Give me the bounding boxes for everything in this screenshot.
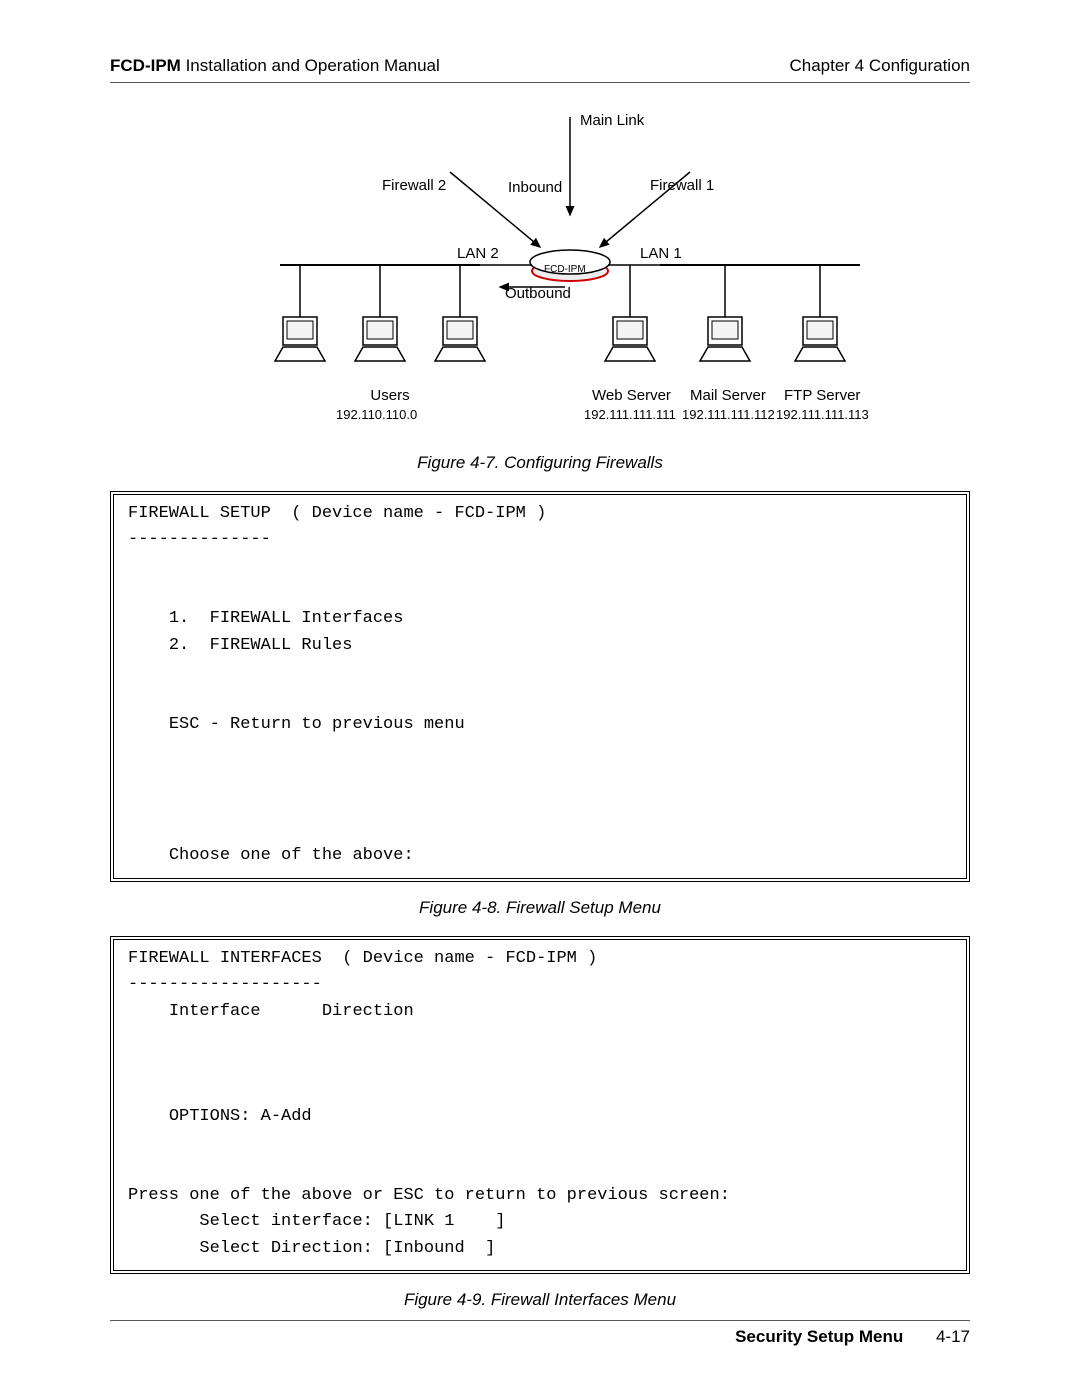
term2-sel-dir-label: Select Direction: [: [199, 1239, 393, 1258]
firewall-setup-menu: FIREWALL SETUP ( Device name - FCD-IPM )…: [110, 491, 970, 882]
term2-divider: -------------------: [128, 975, 322, 994]
label-lan2: LAN 2: [457, 245, 499, 262]
label-main-link: Main Link: [580, 112, 644, 129]
page-footer: Security Setup Menu 4-17: [110, 1320, 970, 1347]
term2-sel-if-close: ]: [495, 1212, 505, 1231]
ip-ftp: 192.111.111.113: [776, 407, 869, 422]
label-ftp-server: FTP Server: [784, 387, 860, 404]
label-inbound: Inbound: [508, 179, 562, 196]
term2-sel-dir-close: ]: [485, 1239, 495, 1258]
ip-web: 192.111.111.111: [584, 407, 676, 422]
term1-prompt: Choose one of the above:: [169, 846, 414, 865]
product-name: FCD-IPM: [110, 56, 181, 75]
caption-fig8: Figure 4-8. Firewall Setup Menu: [110, 898, 970, 918]
ip-users: 192.110.110.0: [336, 407, 417, 422]
doc-subtitle: Installation and Operation Manual: [186, 56, 440, 75]
term2-sel-if-value[interactable]: LINK 1: [393, 1212, 495, 1231]
page-header: FCD-IPM Installation and Operation Manua…: [110, 56, 970, 83]
label-users: Users: [360, 387, 420, 404]
label-lan1: LAN 1: [640, 245, 682, 262]
term1-item2: 2. FIREWALL Rules: [169, 636, 353, 655]
term1-esc: ESC - Return to previous menu: [169, 715, 465, 734]
chapter-label: Chapter 4 Configuration: [789, 56, 970, 76]
term2-sel-dir-value[interactable]: Inbound: [393, 1239, 485, 1258]
term1-divider: --------------: [128, 530, 271, 549]
ip-mail: 192.111.111.112: [682, 407, 775, 422]
label-firewall1: Firewall 1: [650, 177, 714, 194]
term2-options: OPTIONS: A-Add: [169, 1107, 312, 1126]
term2-cols: Interface Direction: [169, 1002, 414, 1021]
doc-title: FCD-IPM Installation and Operation Manua…: [110, 56, 440, 76]
label-web-server: Web Server: [592, 387, 671, 404]
term2-title: FIREWALL INTERFACES ( Device name - FCD-…: [128, 949, 597, 968]
term1-item1: 1. FIREWALL Interfaces: [169, 609, 404, 628]
label-outbound: Outbound: [505, 285, 571, 302]
term1-title: FIREWALL SETUP ( Device name - FCD-IPM ): [128, 504, 546, 523]
label-device: FCD-IPM: [544, 264, 586, 275]
caption-fig7: Figure 4-7. Configuring Firewalls: [110, 453, 970, 473]
term2-press: Press one of the above or ESC to return …: [128, 1186, 730, 1205]
label-mail-server: Mail Server: [690, 387, 766, 404]
caption-fig9: Figure 4-9. Firewall Interfaces Menu: [110, 1290, 970, 1310]
term2-sel-if-label: Select interface: [: [199, 1212, 393, 1231]
footer-section: Security Setup Menu: [735, 1327, 903, 1346]
firewall-interfaces-menu: FIREWALL INTERFACES ( Device name - FCD-…: [110, 936, 970, 1274]
label-firewall2: Firewall 2: [382, 177, 446, 194]
firewall-diagram: Main Link Firewall 1 Firewall 2 Inbound …: [170, 107, 910, 447]
footer-page: 4-17: [936, 1327, 970, 1346]
